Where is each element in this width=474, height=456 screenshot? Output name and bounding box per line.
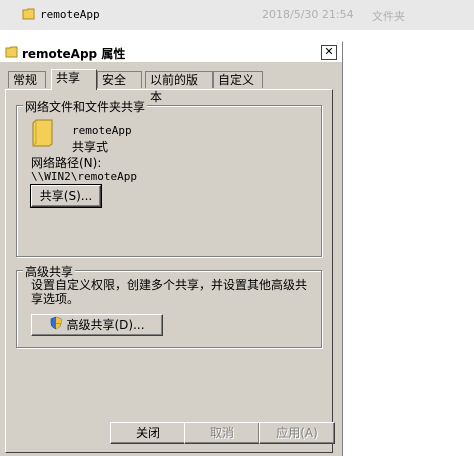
sharing-tab-panel: 网络文件和文件夹共享 remoteApp 共享式 网络路径(N): \\WIN2…: [5, 89, 333, 453]
share-name: remoteApp: [72, 124, 132, 137]
folder-icon: [32, 119, 54, 150]
network-path-label: 网络路径(N):: [31, 156, 102, 170]
share-type: 共享式: [72, 140, 109, 154]
tab-customize[interactable]: 自定义: [213, 71, 263, 88]
apply-button[interactable]: 应用(A): [259, 422, 335, 444]
group-label: 网络文件和文件夹共享: [23, 98, 148, 115]
folder-icon: [5, 45, 19, 62]
tab-security[interactable]: 安全: [97, 71, 142, 88]
share-button[interactable]: 共享(S)...: [30, 184, 102, 208]
tab-general[interactable]: 常规: [8, 71, 46, 88]
file-type: 文件夹: [372, 10, 405, 23]
close-icon: ✕: [324, 45, 334, 58]
tab-sharing[interactable]: 共享: [51, 69, 97, 90]
advanced-sharing-description: 设置自定义权限，创建多个共享，并设置其他高级共享选项。: [31, 278, 308, 306]
properties-dialog: remoteApp 属性 ✕ 常规 共享 安全 以前的版本 自定义 网络文件和文…: [0, 41, 343, 456]
cancel-button[interactable]: 取消: [184, 422, 260, 444]
file-date: 2018/5/30 21:54: [262, 8, 354, 21]
dialog-title: remoteApp 属性: [22, 47, 126, 61]
tab-previous-versions[interactable]: 以前的版本: [145, 71, 213, 104]
close-dialog-button[interactable]: 关闭: [110, 422, 186, 444]
network-path-value: \\WIN2\remoteApp: [31, 170, 137, 183]
uac-shield-icon: [49, 316, 63, 336]
explorer-file-row[interactable]: remoteApp 2018/5/30 21:54 文件夹: [0, 0, 474, 30]
dialog-titlebar[interactable]: remoteApp 属性 ✕: [0, 42, 342, 63]
close-button[interactable]: ✕: [321, 45, 337, 60]
file-name: remoteApp: [40, 8, 100, 21]
folder-icon: [22, 7, 36, 24]
advanced-sharing-button[interactable]: 高级共享(D)...: [31, 314, 163, 336]
